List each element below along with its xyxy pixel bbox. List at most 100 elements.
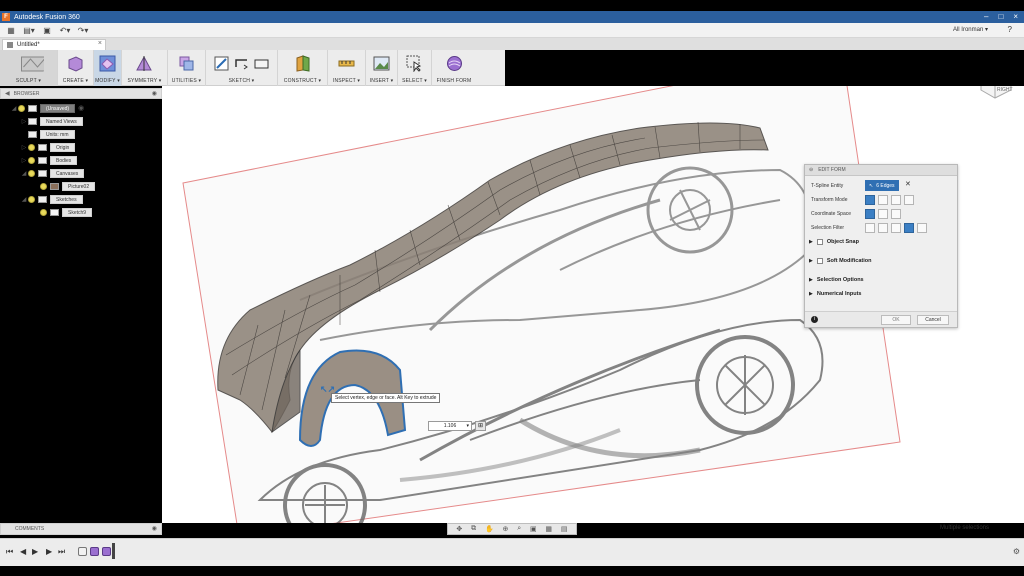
clear-selection-icon[interactable]: ✕ <box>905 180 911 188</box>
edge-filter-icon[interactable] <box>878 222 888 233</box>
browser-item-canvases[interactable]: ◢ Canvases <box>20 168 85 178</box>
view-space-icon[interactable] <box>878 208 888 219</box>
close-tab-icon[interactable]: × <box>98 40 102 47</box>
zoom-window-icon[interactable]: ⌕ <box>517 525 521 533</box>
browser-item-sketch9[interactable]: Sketch9 <box>40 207 93 217</box>
visibility-bulb-icon[interactable] <box>28 143 35 151</box>
collapse-icon[interactable]: ◢ <box>20 170 28 177</box>
expand-icon[interactable]: ▷ <box>20 144 28 151</box>
distance-value-input[interactable]: 1.106 ▾ <box>428 421 472 431</box>
numerical-inputs-section[interactable]: ▶ Numerical Inputs <box>809 288 861 299</box>
multi-transform-icon[interactable] <box>865 194 875 205</box>
collapse-arrow-icon[interactable]: ◀ <box>5 90 10 97</box>
chevron-down-icon[interactable]: ▾ <box>466 422 469 430</box>
grid-menu-icon[interactable]: ▦ <box>4 24 18 36</box>
viewports-icon[interactable]: ▤ <box>561 525 568 533</box>
visibility-bulb-icon[interactable] <box>40 182 47 190</box>
file-menu-icon[interactable]: ▤▾ <box>22 24 36 36</box>
soft-modification-section[interactable]: ▶ Soft Modification <box>809 255 871 266</box>
value-options-button[interactable]: ⊞ <box>475 421 486 431</box>
document-tab[interactable]: Untitled* × <box>2 39 106 50</box>
visibility-bulb-icon[interactable] <box>18 104 25 112</box>
expand-icon[interactable]: ▶ <box>809 258 813 264</box>
construct-menu[interactable]: CONSTRUCT ▾ <box>278 50 328 86</box>
browser-item-picture02[interactable]: Picture02 <box>40 181 96 191</box>
object-snap-section[interactable]: ▶ Object Snap <box>809 236 859 247</box>
vertex-filter-icon[interactable] <box>865 222 875 233</box>
browser-item-units[interactable]: Units: mm <box>28 129 75 139</box>
finish-form-button[interactable]: FINISH FORM <box>432 50 476 86</box>
ok-button[interactable]: OK <box>881 315 911 325</box>
browser-item-origin[interactable]: ▷ Origin <box>20 142 76 152</box>
browser-root-item[interactable]: ◢ (Unsaved) ◉ <box>10 103 84 113</box>
expand-icon[interactable]: ▷ <box>20 118 28 125</box>
zoom-icon[interactable]: ⊕ <box>502 525 508 533</box>
object-snap-checkbox[interactable] <box>816 238 823 245</box>
browser-item-bodies[interactable]: ▷ Bodies <box>20 155 78 165</box>
rotate-icon[interactable] <box>891 194 901 205</box>
symmetry-menu[interactable]: SYMMETRY ▾ <box>122 50 168 86</box>
info-icon[interactable]: i <box>811 316 818 323</box>
grid-settings-icon[interactable]: ▦ <box>545 525 552 533</box>
select-menu[interactable]: SELECT ▾ <box>398 50 432 86</box>
collapse-icon[interactable]: ◢ <box>20 196 28 203</box>
undo-icon[interactable]: ↶▾ <box>58 24 72 36</box>
minimize-icon[interactable]: – <box>984 12 988 21</box>
inspect-menu[interactable]: INSPECT ▾ <box>328 50 366 86</box>
expand-icon[interactable]: ▷ <box>20 157 28 164</box>
face-filter-icon[interactable] <box>891 222 901 233</box>
translate-icon[interactable] <box>878 194 888 205</box>
go-to-start-icon[interactable]: ⏮ <box>6 547 13 557</box>
world-space-icon[interactable] <box>865 208 875 219</box>
expand-icon[interactable]: ▶ <box>809 291 813 297</box>
go-to-end-icon[interactable]: ⏭ <box>58 547 65 557</box>
visibility-bulb-icon[interactable] <box>40 208 47 216</box>
local-space-icon[interactable] <box>891 208 901 219</box>
radio-active-icon[interactable]: ◉ <box>78 104 84 112</box>
close-icon[interactable]: × <box>1013 12 1018 21</box>
orbit-icon[interactable]: ✥ <box>456 525 462 533</box>
insert-menu[interactable]: INSERT ▾ <box>366 50 398 86</box>
gear-icon[interactable]: ⚙ <box>1013 547 1020 556</box>
visibility-bulb-icon[interactable] <box>28 169 35 177</box>
viewcube[interactable]: RIGHT <box>975 86 1015 100</box>
look-at-icon[interactable]: ⧉ <box>471 525 476 533</box>
timeline-feature-canvas[interactable] <box>78 547 87 556</box>
redo-icon[interactable]: ↷▾ <box>76 24 90 36</box>
comments-panel[interactable]: COMMENTS ◉ <box>0 523 162 535</box>
browser-item-sketches[interactable]: ◢ Sketches <box>20 194 83 204</box>
modify-menu[interactable]: MODIFY ▾ <box>94 50 122 86</box>
soft-modification-checkbox[interactable] <box>816 257 823 264</box>
collapse-dialog-icon[interactable]: ⊖ <box>809 167 813 173</box>
all-filter-icon[interactable] <box>904 222 914 233</box>
expand-icon[interactable]: ▶ <box>809 239 813 245</box>
pin-icon[interactable]: ◉ <box>152 525 157 532</box>
selection-chip[interactable]: ↖ 6 Edges <box>865 180 899 191</box>
selection-options-section[interactable]: ▶ Selection Options <box>809 274 864 285</box>
timeline-feature-form[interactable] <box>102 547 111 556</box>
user-account-menu[interactable]: All Ironman ▾ <box>953 26 988 33</box>
step-forward-icon[interactable]: ▶ <box>46 547 52 556</box>
display-settings-icon[interactable]: ▣ <box>530 525 537 533</box>
cancel-button[interactable]: Cancel <box>917 315 949 325</box>
play-icon[interactable]: ▶ <box>32 547 38 556</box>
timeline-feature-form[interactable] <box>90 547 99 556</box>
collapse-icon[interactable]: ◢ <box>10 105 18 112</box>
pin-icon[interactable]: ◉ <box>152 90 157 97</box>
create-menu[interactable]: CREATE ▾ <box>58 50 94 86</box>
workspace-switcher-sculpt[interactable]: SCULPT ▾ <box>0 50 58 86</box>
scale-icon[interactable] <box>904 194 914 205</box>
expand-icon[interactable]: ▶ <box>809 277 813 283</box>
visibility-bulb-icon[interactable] <box>28 195 35 203</box>
timeline-marker[interactable] <box>112 543 115 559</box>
body-filter-icon[interactable] <box>917 222 927 233</box>
utilities-menu[interactable]: UTILITIES ▾ <box>168 50 206 86</box>
step-back-icon[interactable]: ◀ <box>20 547 26 556</box>
pan-icon[interactable]: ✋ <box>485 525 494 533</box>
maximize-icon[interactable]: □ <box>998 12 1003 21</box>
browser-header[interactable]: ◀ BROWSER ◉ <box>0 88 162 99</box>
sketch-menu[interactable]: SKETCH ▾ <box>206 50 278 86</box>
edit-form-header[interactable]: ⊖ EDIT FORM <box>805 165 957 176</box>
browser-item-named-views[interactable]: ▷ Named Views <box>20 116 83 126</box>
visibility-bulb-icon[interactable] <box>28 156 35 164</box>
